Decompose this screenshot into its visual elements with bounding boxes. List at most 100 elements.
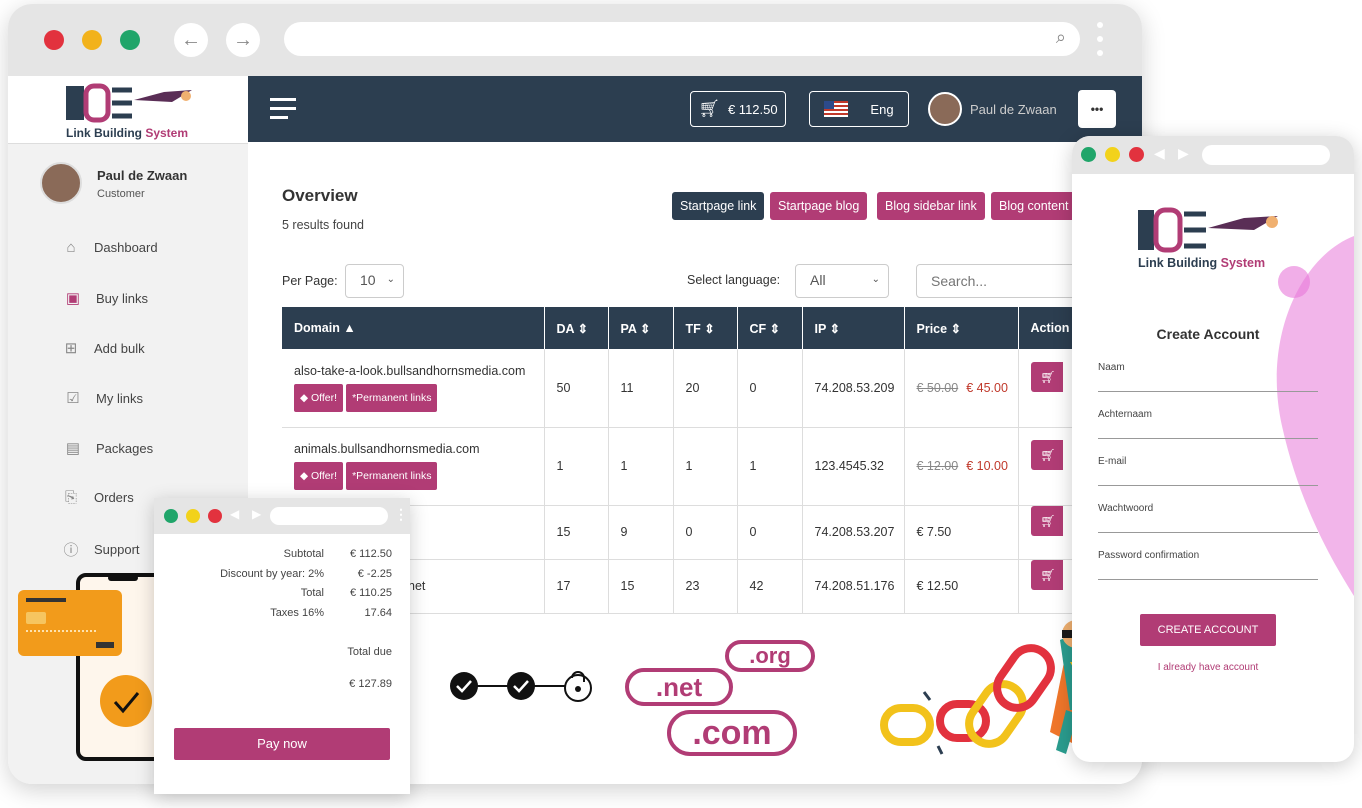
more-options-button[interactable]: ••• [1078, 90, 1116, 128]
logo-text: Link Building System [66, 126, 189, 140]
col-cf[interactable]: CF ⇕ [737, 307, 803, 349]
language-filter-select[interactable]: All ⌄ [795, 264, 889, 298]
forward-arrow-icon[interactable]: ▶ [1178, 145, 1189, 162]
sidebar-item-my-links[interactable]: ☑ My links [64, 389, 143, 407]
add-to-cart-button[interactable]: 🛒︎ O [1030, 361, 1063, 414]
payment-window: ◀ ▶ ⋮ Subtotal € 112.50 Discount by year… [154, 498, 410, 794]
register-logo-text: Link Building System [1138, 256, 1266, 270]
last-name-field[interactable]: Achternaam [1098, 409, 1318, 439]
close-dot[interactable] [1129, 147, 1144, 162]
ip-cell: 74.208.53.209 [802, 349, 905, 428]
com-bubble: .com [667, 710, 797, 756]
maximize-dot[interactable] [164, 509, 178, 523]
col-da[interactable]: DA ⇕ [544, 307, 609, 349]
col-price[interactable]: Price ⇕ [904, 307, 1019, 349]
field-label: Wachtwoord [1098, 503, 1154, 514]
pay-now-button[interactable]: Pay now [174, 728, 390, 760]
back-arrow-icon[interactable]: ◀ [230, 507, 239, 521]
table-row: 15 9 0 0 74.208.53.207 € 7.50 🛒︎ O [282, 505, 1142, 560]
col-pa[interactable]: PA ⇕ [608, 307, 674, 349]
cf-cell: 0 [737, 349, 803, 428]
address-bar[interactable]: ⌕ [284, 22, 1080, 56]
search-input[interactable] [916, 264, 1086, 298]
add-to-cart-button[interactable]: 🛒︎ O [1030, 506, 1063, 558]
sidebar-item-add-bulk[interactable]: ⊞ Add bulk [62, 339, 145, 357]
search-icon: ⌕ [1055, 27, 1066, 47]
domain-text[interactable]: also-take-a-look.bullsandhornsmedia.com [294, 364, 544, 378]
name-field[interactable]: Naam [1098, 362, 1318, 392]
phone-notch [108, 575, 138, 581]
package-icon: ▤ [65, 440, 81, 457]
col-ip[interactable]: IP ⇕ [802, 307, 905, 349]
col-header-label: IP [814, 321, 827, 336]
filter-blog-sidebar-link[interactable]: Blog sidebar link [877, 192, 985, 220]
header-user-name[interactable]: Paul de Zwaan [970, 102, 1057, 117]
maximize-dot[interactable] [1081, 147, 1096, 162]
sidebar-item-buy-links[interactable]: ▣ Buy links [64, 289, 148, 307]
info-icon: ⓘ [63, 542, 79, 559]
results-count: 5 results found [282, 218, 364, 232]
col-domain[interactable]: Domain ▲ [282, 307, 545, 349]
header-avatar[interactable] [928, 92, 962, 126]
filter-startpage-link[interactable]: Startpage link [672, 192, 765, 220]
address-bar[interactable] [1202, 145, 1330, 165]
links-icon: ☑ [66, 390, 80, 407]
filter-blog-content[interactable]: Blog content [991, 192, 1077, 220]
login-link[interactable]: I already have account [1072, 662, 1344, 673]
forward-arrow-icon[interactable]: → [226, 23, 260, 57]
add-to-cart-button[interactable]: 🛒︎ O [1030, 440, 1063, 492]
tf-cell: 20 [673, 349, 738, 428]
address-bar[interactable] [270, 507, 388, 525]
language-value: Eng [870, 101, 894, 117]
sort-icon: ⇕ [769, 321, 781, 336]
action-label: O [1040, 399, 1050, 414]
taxes-label: Taxes 16% [270, 607, 324, 619]
profile-role: Customer [97, 188, 145, 200]
close-dot[interactable] [44, 30, 64, 50]
close-dot[interactable] [208, 509, 222, 523]
password-confirm-field[interactable]: Password confirmation [1098, 550, 1318, 580]
permanent-badge: *Permanent links [346, 383, 438, 412]
back-arrow-icon[interactable]: ◀ [1154, 145, 1165, 162]
sidebar-item-orders[interactable]: ⎘ Orders [62, 489, 134, 506]
minimize-dot[interactable] [186, 509, 200, 523]
email-field[interactable]: E-mail [1098, 456, 1318, 486]
discount-label: Discount by year: 2% [220, 568, 324, 580]
avatar[interactable] [40, 162, 82, 204]
maximize-dot[interactable] [120, 30, 140, 50]
sidebar-item-label: Dashboard [94, 240, 158, 255]
browser-menu-dot [1097, 50, 1103, 56]
browser-menu-icon[interactable]: ⋮ [394, 506, 408, 523]
sidebar-item-support[interactable]: ⓘ Support [62, 539, 139, 560]
total-due-label: Total due [347, 646, 392, 658]
sidebar-item-dashboard[interactable]: ⌂ Dashboard [62, 239, 158, 256]
minimize-dot[interactable] [82, 30, 102, 50]
per-page-select[interactable]: 10 ⌄ [345, 264, 404, 298]
home-icon: ⌂ [66, 239, 76, 256]
hamburger-icon[interactable] [270, 98, 296, 119]
card-chip [26, 612, 46, 624]
logo[interactable]: Link Building System [8, 76, 248, 144]
table-row: animals.bullsandhornsmedia.com ◆ Offer! *P… [282, 427, 1142, 506]
forward-arrow-icon[interactable]: ▶ [252, 507, 261, 521]
language-select[interactable]: Eng [809, 91, 909, 127]
pa-cell: 1 [608, 427, 674, 506]
total-due-value: € 127.89 [349, 678, 392, 690]
offer-text: Offer! [311, 391, 338, 404]
sidebar-item-packages[interactable]: ▤ Packages [64, 439, 153, 457]
add-to-cart-button[interactable]: 🛒︎ O [1030, 560, 1063, 612]
col-tf[interactable]: TF ⇕ [673, 307, 738, 349]
domain-cell: also-take-a-look.bullsandhornsmedia.com ◆… [282, 349, 545, 428]
sort-asc-icon: ▲ [343, 321, 356, 335]
cart-button[interactable]: 🛒︎ € 112.50 [690, 91, 786, 127]
back-arrow-icon[interactable]: ← [174, 23, 208, 57]
create-account-button[interactable]: CREATE ACCOUNT [1140, 614, 1276, 646]
us-flag-icon [824, 101, 849, 117]
domain-text[interactable]: animals.bullsandhornsmedia.com [294, 442, 544, 456]
ip-cell: 74.208.53.207 [802, 505, 905, 560]
password-field[interactable]: Wachtwoord [1098, 503, 1318, 533]
browser-menu-icon[interactable] [1097, 22, 1103, 28]
tf-cell: 23 [673, 559, 738, 614]
filter-startpage-blog[interactable]: Startpage blog [770, 192, 868, 220]
minimize-dot[interactable] [1105, 147, 1120, 162]
